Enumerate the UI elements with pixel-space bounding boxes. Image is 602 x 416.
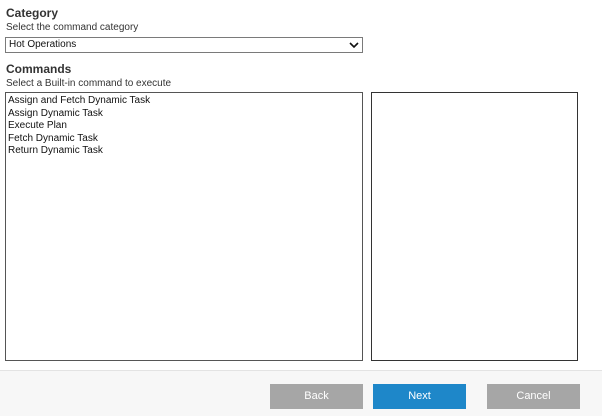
command-detail-pane <box>371 92 578 361</box>
wizard-footer: Back Next Cancel <box>0 371 602 416</box>
category-select[interactable]: Hot Operations <box>5 37 363 53</box>
list-item-assign-and-fetch-dynamic-task[interactable]: Assign and Fetch Dynamic Task <box>6 95 362 108</box>
category-select-value: Hot Operations <box>9 39 77 50</box>
commands-listbox[interactable]: Assign and Fetch Dynamic Task Assign Dyn… <box>5 92 363 361</box>
back-button[interactable]: Back <box>270 384 363 409</box>
cancel-button[interactable]: Cancel <box>487 384 580 409</box>
category-heading: Category <box>6 6 59 20</box>
list-item-return-dynamic-task[interactable]: Return Dynamic Task <box>6 145 362 158</box>
commands-heading: Commands <box>6 62 72 76</box>
list-item-execute-plan[interactable]: Execute Plan <box>6 120 362 133</box>
next-button[interactable]: Next <box>373 384 466 409</box>
list-item-fetch-dynamic-task[interactable]: Fetch Dynamic Task <box>6 133 362 146</box>
category-description: Select the command category <box>6 22 139 33</box>
commands-description: Select a Built-in command to execute <box>6 78 172 89</box>
list-item-assign-dynamic-task[interactable]: Assign Dynamic Task <box>6 108 362 121</box>
command-wizard-page: Category Select the command category Hot… <box>0 0 602 416</box>
chevron-down-icon[interactable] <box>349 40 359 50</box>
